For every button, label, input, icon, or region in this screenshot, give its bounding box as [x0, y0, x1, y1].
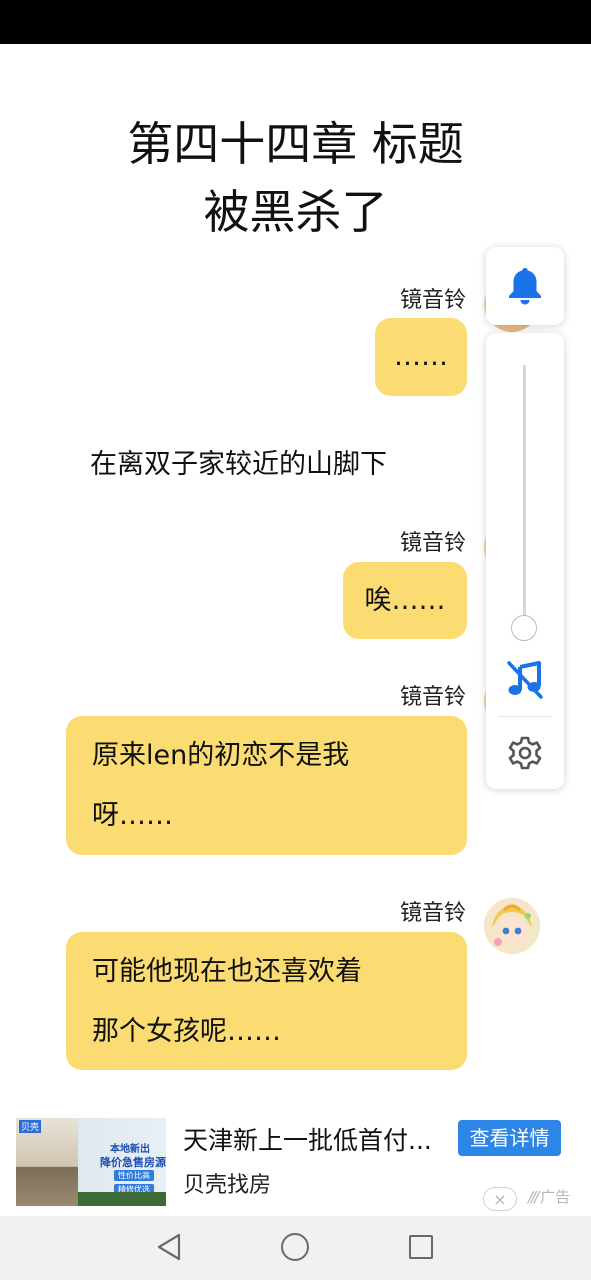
ad-image-text: 本地新出: [110, 1144, 150, 1155]
home-icon[interactable]: [281, 1233, 309, 1261]
message-text-line1: 可能他现在也还喜欢着: [92, 956, 362, 987]
reader-control-panel: [486, 333, 564, 789]
ad-label: ///广告: [528, 1188, 571, 1206]
recent-apps-icon[interactable]: [409, 1235, 433, 1259]
ad-image-text: 降价急售房源: [100, 1156, 166, 1169]
sender-name: 镜音铃: [399, 685, 466, 710]
volume-slider-track[interactable]: [523, 365, 526, 627]
notification-button[interactable]: [486, 247, 564, 325]
message-text-line2: 呀……: [92, 800, 173, 831]
message-text-line2: 那个女孩呢……: [92, 1016, 281, 1047]
chapter-title-line1: 第四十四章 标题: [127, 117, 464, 171]
gear-icon[interactable]: [507, 735, 543, 771]
message-text-line1: 原来len的初恋不是我: [92, 740, 350, 771]
message-text: 唉……: [364, 585, 446, 616]
message-bubble[interactable]: 可能他现在也还喜欢着 那个女孩呢……: [66, 932, 467, 1070]
ad-image[interactable]: 贝壳 本地新出 降价急售房源 性价比高 精修优选: [16, 1118, 166, 1206]
back-icon[interactable]: [155, 1232, 183, 1262]
sender-name: 镜音铃: [399, 901, 466, 926]
message-text: ……: [394, 341, 448, 372]
avatar[interactable]: [484, 898, 540, 954]
sender-name: 镜音铃: [399, 288, 466, 313]
panel-divider: [498, 716, 552, 717]
ad-headline[interactable]: 天津新上一批低首付...: [183, 1121, 432, 1157]
status-bar: [0, 0, 591, 44]
avatar-image: [484, 898, 540, 954]
chapter-title-line2: 被黑杀了: [203, 185, 388, 239]
narration-text: 在离双子家较近的山脚下: [90, 449, 387, 480]
bell-icon: [509, 268, 541, 305]
ad-source: 贝壳找房: [183, 1173, 272, 1198]
ad-label-text: 广告: [540, 1188, 571, 1206]
message-bubble[interactable]: 原来len的初恋不是我 呀……: [66, 716, 467, 855]
volume-slider-thumb[interactable]: [511, 615, 537, 641]
sender-name: 镜音铃: [399, 531, 466, 556]
message-bubble[interactable]: 唉……: [343, 562, 467, 639]
ad-close-button[interactable]: ×: [483, 1187, 517, 1211]
message-bubble[interactable]: ……: [375, 318, 467, 396]
ad-image-tag: 性价比高: [114, 1170, 154, 1181]
music-off-icon[interactable]: [505, 659, 545, 699]
ad-image-logo: 贝壳: [19, 1120, 42, 1133]
chapter-title: 第四十四章 标题 被黑杀了: [0, 110, 591, 246]
ad-view-details-button[interactable]: 查看详情: [458, 1120, 561, 1156]
